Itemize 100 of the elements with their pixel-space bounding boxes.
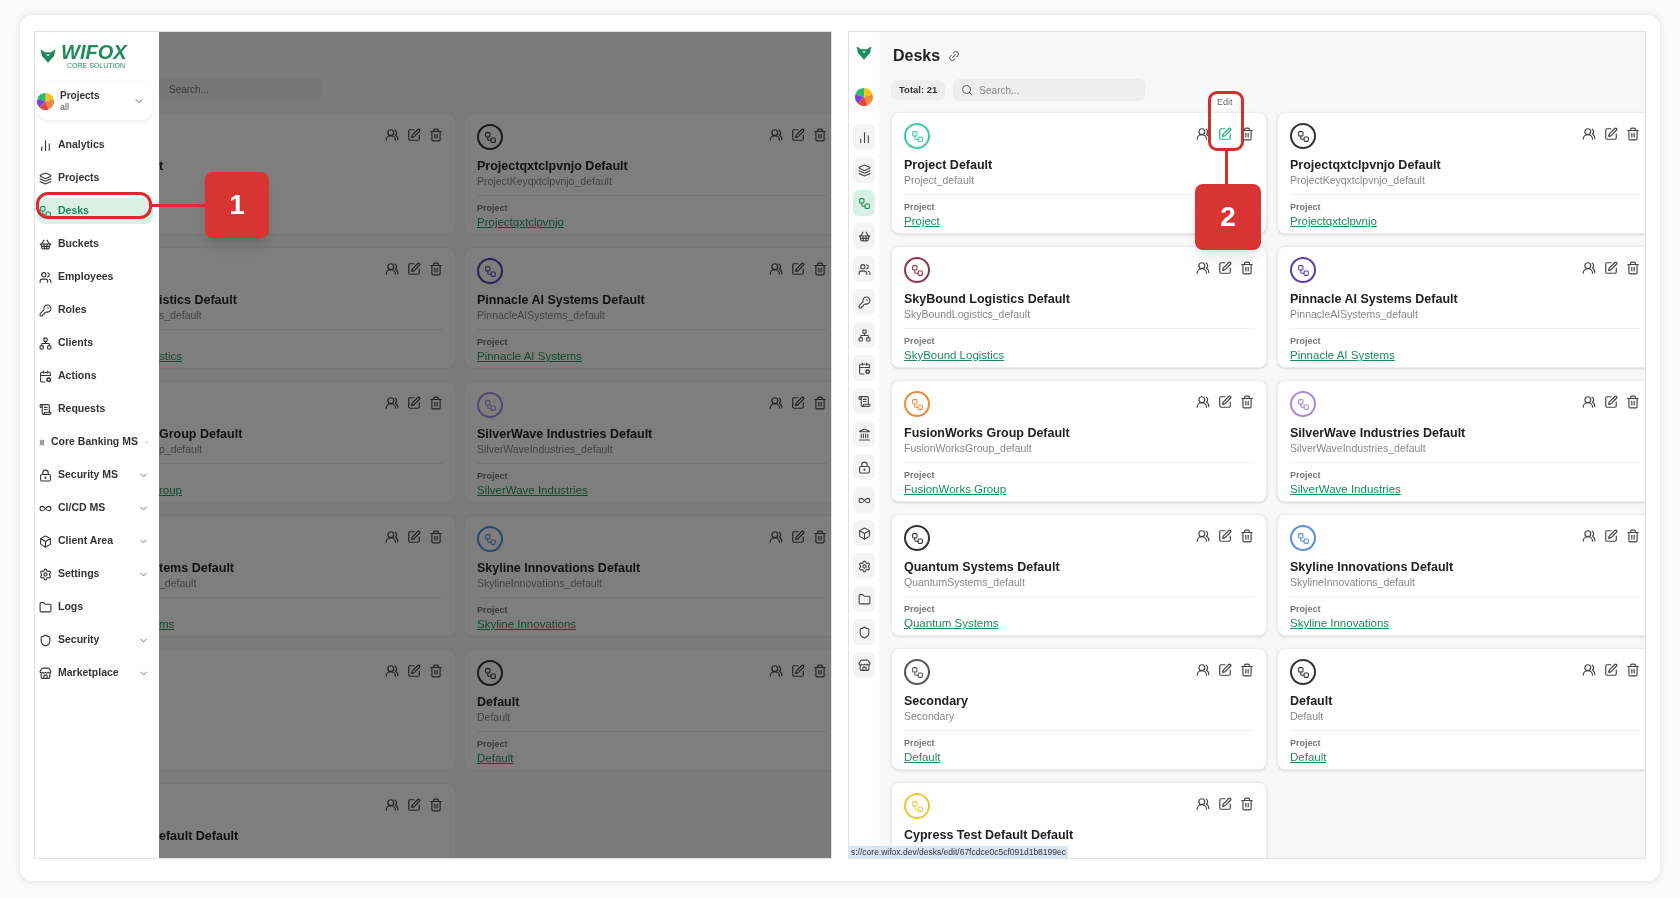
trash-icon[interactable]	[429, 530, 443, 544]
trash-icon[interactable]	[1626, 261, 1640, 275]
rail-button[interactable]	[853, 289, 875, 315]
members-icon[interactable]	[1196, 127, 1210, 141]
members-icon[interactable]	[385, 396, 399, 410]
members-icon[interactable]	[385, 530, 399, 544]
rail-button[interactable]	[853, 619, 875, 645]
members-icon[interactable]	[769, 664, 783, 678]
edit-icon[interactable]	[407, 396, 421, 410]
rail-button[interactable]	[853, 421, 875, 447]
members-icon[interactable]	[769, 128, 783, 142]
edit-icon[interactable]	[791, 396, 805, 410]
project-link[interactable]: Default	[904, 749, 941, 765]
sidebar-item[interactable]: Actions	[37, 363, 153, 389]
rail-button[interactable]	[853, 322, 875, 348]
trash-icon[interactable]	[1626, 395, 1640, 409]
edit-icon[interactable]	[1218, 529, 1232, 543]
project-link[interactable]: Default	[1290, 749, 1327, 765]
members-icon[interactable]	[1582, 529, 1596, 543]
sidebar-item[interactable]: Buckets	[37, 231, 153, 257]
rail-button[interactable]	[853, 520, 875, 546]
project-link[interactable]: stics	[159, 348, 182, 364]
sidebar-item[interactable]: Core Banking MS	[37, 429, 153, 455]
edit-icon[interactable]	[407, 262, 421, 276]
rail-button[interactable]	[853, 652, 875, 678]
edit-icon[interactable]	[791, 128, 805, 142]
trash-icon[interactable]	[1240, 663, 1254, 677]
rail-button[interactable]	[853, 487, 875, 513]
trash-icon[interactable]	[1240, 261, 1254, 275]
project-link[interactable]: FusionWorks Group	[904, 481, 1007, 497]
trash-icon[interactable]	[813, 530, 827, 544]
sidebar-item[interactable]: Settings	[37, 561, 153, 587]
members-icon[interactable]	[1196, 797, 1210, 811]
members-icon[interactable]	[1582, 261, 1596, 275]
project-link[interactable]: SilverWave Industries	[1290, 481, 1401, 497]
trash-icon[interactable]	[813, 262, 827, 276]
sidebar-item[interactable]: Roles	[37, 297, 153, 323]
sidebar-item[interactable]: Security MS	[37, 462, 153, 488]
edit-icon[interactable]	[407, 128, 421, 142]
rail-button[interactable]	[853, 223, 875, 249]
edit-icon[interactable]	[1218, 663, 1232, 677]
members-icon[interactable]	[1196, 529, 1210, 543]
members-icon[interactable]	[385, 128, 399, 142]
members-icon[interactable]	[1582, 395, 1596, 409]
trash-icon[interactable]	[429, 798, 443, 812]
trash-icon[interactable]	[813, 396, 827, 410]
members-icon[interactable]	[1196, 395, 1210, 409]
members-icon[interactable]	[385, 798, 399, 812]
edit-icon[interactable]	[791, 262, 805, 276]
rail-button[interactable]	[853, 586, 875, 612]
trash-icon[interactable]	[1626, 529, 1640, 543]
project-link[interactable]: Default	[477, 750, 514, 766]
edit-icon[interactable]	[407, 664, 421, 678]
sidebar-item[interactable]: Requests	[37, 396, 153, 422]
rail-button[interactable]	[853, 256, 875, 282]
members-icon[interactable]	[1196, 663, 1210, 677]
members-icon[interactable]	[1582, 127, 1596, 141]
edit-icon[interactable]	[1604, 663, 1618, 677]
edit-icon[interactable]	[791, 664, 805, 678]
trash-icon[interactable]	[1240, 395, 1254, 409]
search-field[interactable]: Search...	[953, 79, 1146, 101]
sidebar-item[interactable]: CI/CD MS	[37, 495, 153, 521]
rail-button[interactable]	[853, 454, 875, 480]
trash-icon[interactable]	[813, 664, 827, 678]
edit-icon[interactable]	[407, 798, 421, 812]
project-link[interactable]: roup	[159, 482, 183, 498]
rail-button[interactable]	[853, 157, 875, 183]
trash-icon[interactable]	[1240, 529, 1254, 543]
edit-icon[interactable]	[1604, 395, 1618, 409]
sidebar-item[interactable]: Security	[37, 627, 153, 653]
rail-button[interactable]	[853, 388, 875, 414]
rail-button[interactable]	[853, 553, 875, 579]
edit-icon[interactable]	[1604, 127, 1618, 141]
sidebar-item[interactable]: Client Area	[37, 528, 153, 554]
members-icon[interactable]	[769, 530, 783, 544]
project-link[interactable]: Projectqxtclpvnjo	[477, 214, 564, 230]
rail-button[interactable]	[853, 355, 875, 381]
project-selector[interactable]: Projects all	[37, 82, 153, 120]
sidebar-item[interactable]: Projects	[37, 165, 153, 191]
edit-icon[interactable]	[791, 530, 805, 544]
rail-button[interactable]	[853, 124, 875, 150]
edit-icon[interactable]	[1218, 261, 1232, 275]
sidebar-item[interactable]: Marketplace	[37, 660, 153, 686]
project-link[interactable]: Skyline Innovations	[1290, 615, 1390, 631]
project-link[interactable]: Pinnacle AI Systems	[477, 348, 582, 364]
members-icon[interactable]	[769, 262, 783, 276]
members-icon[interactable]	[1582, 663, 1596, 677]
trash-icon[interactable]	[429, 262, 443, 276]
edit-icon[interactable]	[1604, 261, 1618, 275]
trash-icon[interactable]	[813, 128, 827, 142]
project-link[interactable]: Skyline Innovations	[477, 616, 577, 632]
sidebar-item[interactable]: Analytics	[37, 132, 153, 158]
project-link[interactable]: Pinnacle AI Systems	[1290, 347, 1395, 363]
trash-icon[interactable]	[429, 396, 443, 410]
edit-icon[interactable]	[1218, 395, 1232, 409]
members-icon[interactable]	[1196, 261, 1210, 275]
trash-icon[interactable]	[1626, 663, 1640, 677]
edit-icon[interactable]	[1604, 529, 1618, 543]
search-field[interactable]: Search...	[159, 78, 323, 100]
project-link[interactable]: Projectqxtclpvnjo	[1290, 213, 1377, 229]
